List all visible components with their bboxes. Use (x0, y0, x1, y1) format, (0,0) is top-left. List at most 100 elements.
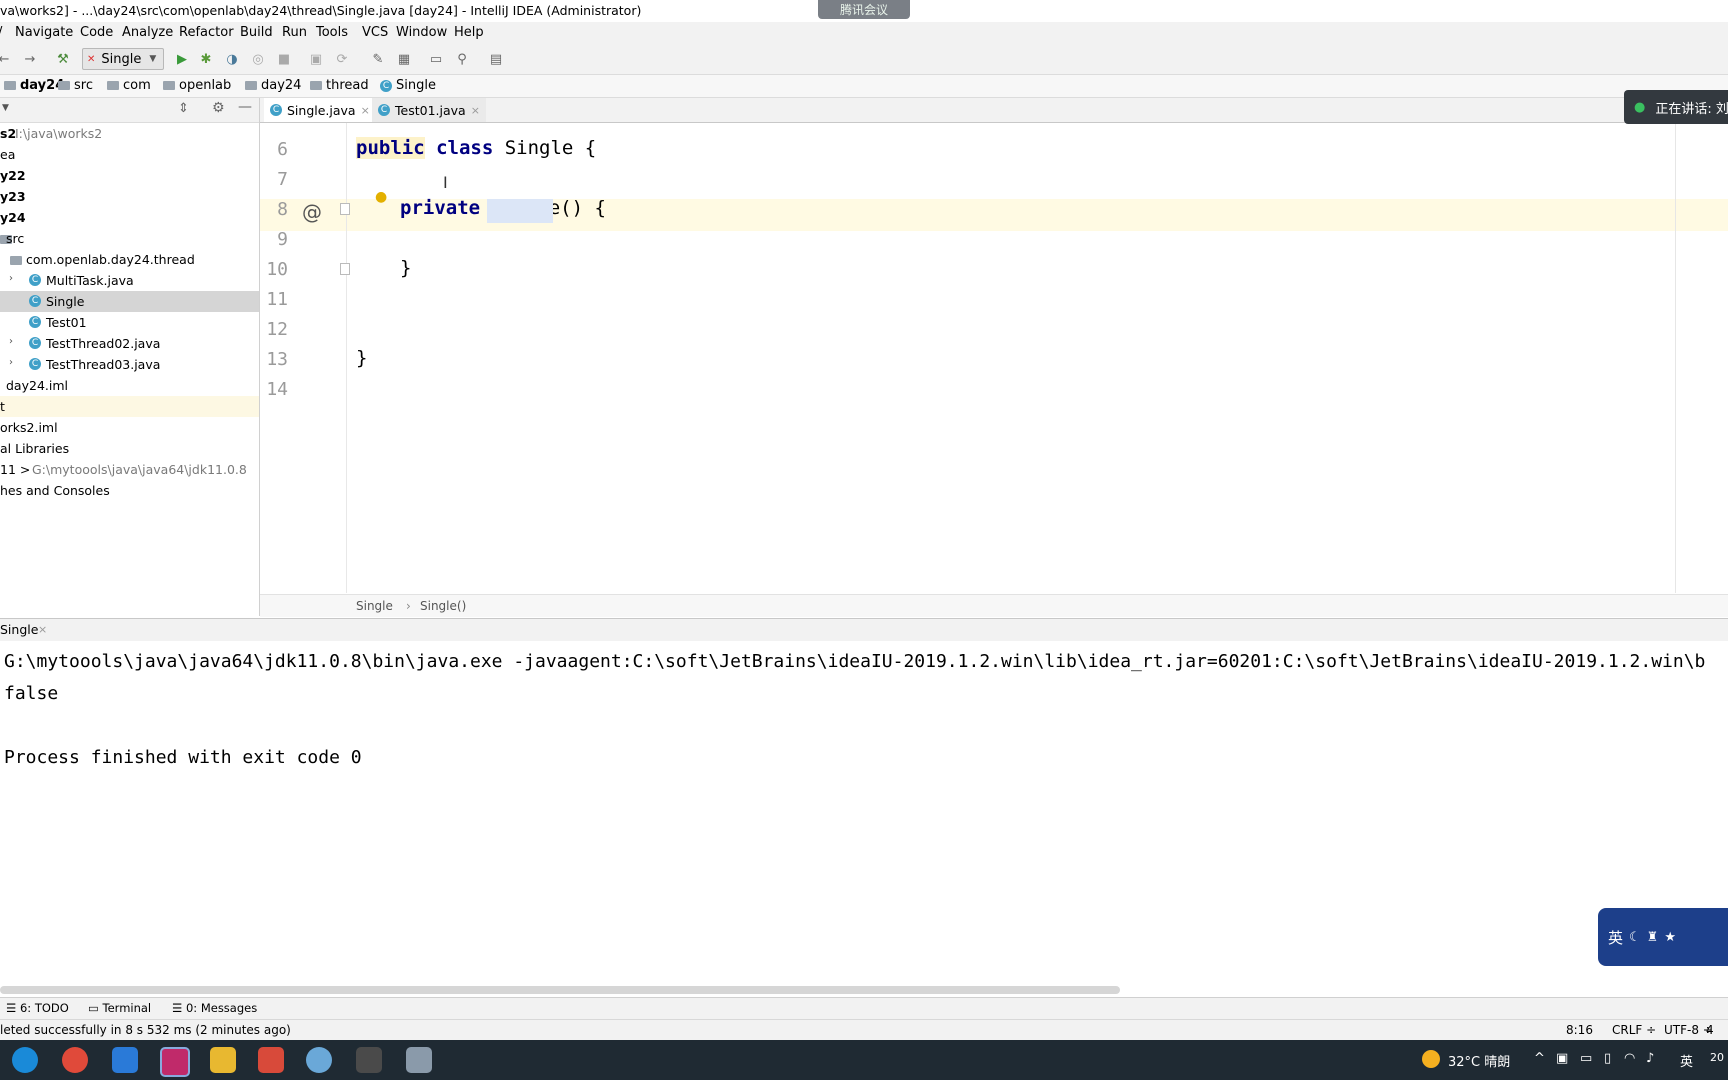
close-icon[interactable]: × (361, 104, 370, 117)
tree-item[interactable]: al Libraries (0, 438, 259, 459)
moon-icon[interactable]: ☾ (1629, 930, 1641, 945)
tab-single-java[interactable]: C Single.java × (264, 98, 376, 122)
menu-vcs[interactable]: VCS (362, 25, 388, 40)
expand-arrow-icon[interactable]: › (9, 357, 13, 368)
tree-item[interactable]: com.openlab.day24.thread (0, 249, 259, 270)
implements-marker-icon[interactable]: @ (302, 200, 322, 224)
tree-item[interactable]: ea (0, 144, 259, 165)
editor-crumb[interactable]: Single (356, 599, 393, 613)
tree-item[interactable]: orks2.iml (0, 417, 259, 438)
tree-item[interactable]: › C MultiTask.java (0, 270, 259, 291)
tree-item[interactable]: src (0, 228, 259, 249)
ime-floating-widget[interactable]: 英 ☾ ♜ ★ (1598, 908, 1728, 966)
profile-icon[interactable]: ◎ (250, 51, 266, 67)
build-hammer-icon[interactable]: ⚒ (55, 51, 71, 67)
tray-battery-icon[interactable]: ▯ (1604, 1051, 1611, 1066)
tree-item[interactable]: 11 > G:\mytoools\java\java64\jdk11.0.8 (0, 459, 259, 480)
messages-tool-button[interactable]: ☰ 0: Messages (172, 1001, 257, 1015)
tree-item[interactable]: t (0, 396, 259, 417)
line-separator[interactable]: CRLF ÷ (1612, 1023, 1656, 1037)
edge-browser-icon[interactable] (12, 1047, 38, 1073)
coverage-icon[interactable]: ◑ (224, 51, 240, 67)
breadcrumb-item[interactable]: day24 (4, 78, 64, 93)
code-editor[interactable]: public class Single { I ● private Single… (347, 123, 1675, 593)
menu-run[interactable]: Run (282, 25, 307, 40)
terminal-window-icon[interactable]: ▭ (428, 51, 444, 67)
remote-desktop-icon[interactable] (406, 1047, 432, 1073)
ime-indicator[interactable]: 英 (1680, 1051, 1693, 1070)
tab-test01-java[interactable]: C Test01.java × (372, 98, 486, 122)
settings-wrench-icon[interactable]: ✎ (370, 51, 386, 67)
shirt-icon[interactable]: ♜ (1647, 930, 1659, 945)
breadcrumb-item[interactable]: com (107, 78, 151, 93)
menu-window[interactable]: Window (396, 25, 447, 40)
tree-item[interactable]: y24 (0, 207, 259, 228)
todo-tool-button[interactable]: ☰ 6: TODO (6, 1001, 69, 1015)
breadcrumb-item[interactable]: openlab (163, 78, 231, 93)
gear-icon[interactable]: ⚙ (212, 100, 225, 116)
chevron-down-icon[interactable]: ▼ (2, 103, 9, 113)
run-config-selector[interactable]: ✕ Single ▼ (82, 48, 164, 70)
debug-icon[interactable]: ✱ (198, 51, 214, 67)
breadcrumb-item[interactable]: C Single (380, 78, 436, 93)
weather-text[interactable]: 32°C 晴朗 (1448, 1051, 1510, 1070)
wifi-icon[interactable]: ◠ (1624, 1051, 1635, 1066)
tree-item[interactable]: › C TestThread03.java (0, 354, 259, 375)
breadcrumb-item[interactable]: thread (310, 78, 369, 93)
run-console[interactable]: G:\mytoools\java\java64\jdk11.0.8\bin\ja… (0, 641, 1728, 984)
tree-item[interactable]: hes and Consoles (0, 480, 259, 501)
tree-item[interactable]: s2 I:\java\works2 (0, 123, 259, 144)
back-icon[interactable]: ← (0, 51, 12, 67)
menu-partial[interactable]: / (0, 25, 2, 40)
mail-app-icon[interactable] (112, 1047, 138, 1073)
close-icon[interactable]: × (471, 104, 480, 117)
terminal-tool-button[interactable]: ▭ Terminal (88, 1001, 151, 1015)
tray-screen-icon[interactable]: ▭ (1580, 1051, 1592, 1066)
project-structure-icon[interactable]: ▦ (396, 51, 412, 67)
chrome-browser-icon[interactable] (62, 1047, 88, 1073)
menu-refactor[interactable]: Refactor (179, 25, 234, 40)
hide-panel-icon[interactable]: — (238, 99, 252, 115)
menu-build[interactable]: Build (240, 25, 273, 40)
forward-icon[interactable]: → (22, 51, 38, 67)
file-explorer-icon[interactable] (210, 1047, 236, 1073)
tree-item[interactable]: › C TestThread02.java (0, 333, 259, 354)
paint-app-icon[interactable] (258, 1047, 284, 1073)
run-icon[interactable]: ▶ (174, 51, 190, 67)
editor-crumb[interactable]: Single() (420, 599, 466, 613)
caret-position[interactable]: 8:16 (1566, 1023, 1593, 1037)
clock[interactable]: 20 (1710, 1051, 1724, 1064)
status-message[interactable]: leted successfully in 8 s 532 ms (2 minu… (0, 1023, 291, 1037)
tree-item[interactable]: day24.iml (0, 375, 259, 396)
menu-tools[interactable]: Tools (316, 25, 348, 40)
collapse-all-icon[interactable]: ⇕ (178, 101, 189, 116)
meeting-badge[interactable]: 腾讯会议 (818, 0, 910, 19)
menu-help[interactable]: Help (454, 25, 484, 40)
search-icon[interactable]: ⚲ (454, 51, 470, 67)
horizontal-scrollbar[interactable] (0, 986, 1120, 994)
tray-app-icon[interactable]: ▣ (1556, 1051, 1568, 1066)
media-app-icon[interactable] (356, 1047, 382, 1073)
intellij-idea-icon[interactable] (160, 1047, 190, 1077)
breadcrumb-item[interactable]: day24 (245, 78, 301, 93)
menu-code[interactable]: Code (80, 25, 113, 40)
tree-item[interactable]: C Test01 (0, 312, 259, 333)
presentation-icon[interactable]: ▤ (488, 51, 504, 67)
expand-arrow-icon[interactable]: › (9, 336, 13, 347)
tray-expand-icon[interactable]: ^ (1534, 1051, 1545, 1066)
vcs-update-icon[interactable]: ⟳ (334, 51, 350, 67)
drawing-app-icon[interactable] (306, 1047, 332, 1073)
expand-arrow-icon[interactable]: › (9, 273, 13, 284)
breadcrumb-item[interactable]: src (58, 78, 93, 93)
menu-analyze[interactable]: Analyze (122, 25, 173, 40)
menu-navigate[interactable]: Navigate (15, 25, 73, 40)
attach-debugger-icon[interactable]: ▣ (308, 51, 324, 67)
tree-item[interactable]: y23 (0, 186, 259, 207)
volume-icon[interactable]: ♪ (1646, 1051, 1654, 1066)
stop-icon[interactable]: ■ (276, 51, 292, 67)
star-icon[interactable]: ★ (1664, 930, 1676, 945)
lightbulb-icon[interactable]: ● (375, 189, 387, 205)
run-tab-label[interactable]: Single (0, 622, 38, 637)
close-icon[interactable]: × (38, 623, 47, 636)
tree-item[interactable]: y22 (0, 165, 259, 186)
